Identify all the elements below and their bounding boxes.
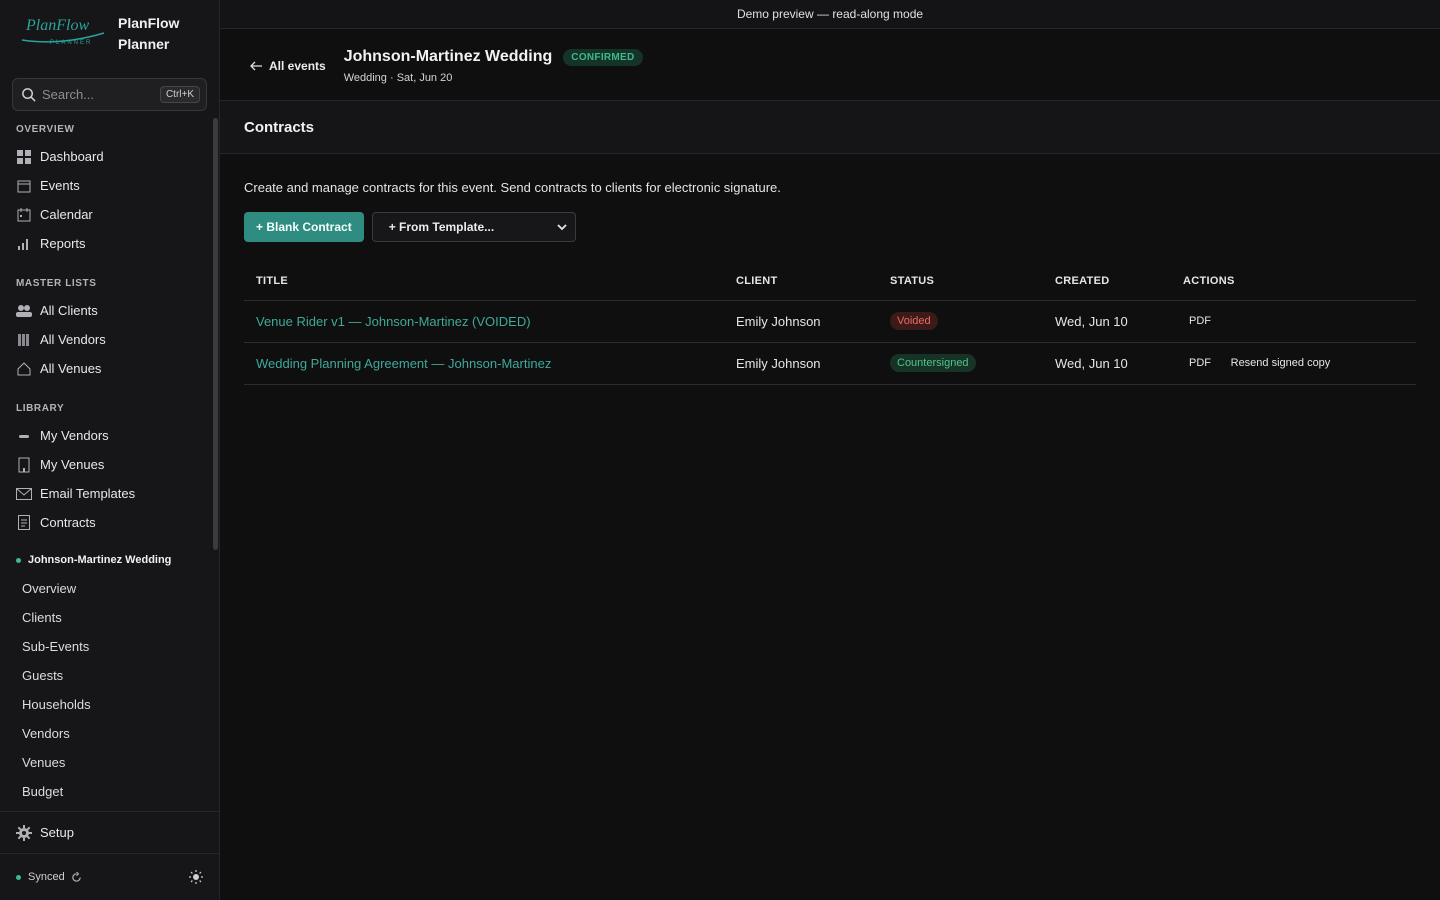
sidebar-scrollbar[interactable]	[213, 118, 218, 550]
sidebar-event-guests[interactable]: Guests	[0, 661, 212, 690]
contract-title-link[interactable]: Venue Rider v1 — Johnson-Martinez (VOIDE…	[244, 300, 724, 343]
sidebar-item-events[interactable]: Events	[0, 171, 212, 200]
col-created[interactable]: CREATED	[1043, 263, 1171, 301]
col-actions: ACTIONS	[1171, 263, 1416, 301]
contract-client: Emily Johnson	[724, 342, 878, 385]
venues-icon	[16, 361, 32, 377]
event-status-dot	[16, 557, 21, 563]
table-row: Venue Rider v1 — Johnson-Martinez (VOIDE…	[244, 300, 1416, 343]
table-header-row: TITLE CLIENT STATUS CREATED ACTIONS	[244, 263, 1416, 301]
sync-status-dot	[16, 874, 21, 880]
sidebar: PlanFlow PLANNER PlanFlow Planner Search…	[0, 0, 220, 900]
col-status[interactable]: STATUS	[878, 263, 1043, 301]
contract-created: Wed, Jun 10	[1043, 300, 1171, 343]
blank-contract-button[interactable]: + Blank Contract	[244, 212, 364, 242]
sidebar-event-households[interactable]: Households	[0, 690, 212, 719]
sidebar-item-contracts[interactable]: Contracts	[0, 508, 212, 537]
my-vendors-icon	[16, 428, 32, 444]
pdf-button[interactable]: PDF	[1183, 312, 1217, 330]
sidebar-nav: OVERVIEW Dashboard Events Calendar Repor…	[0, 118, 212, 811]
search-icon	[21, 87, 36, 102]
event-header: All events Johnson-Martinez Wedding CONF…	[220, 29, 1440, 101]
section-library: LIBRARY	[16, 403, 65, 414]
event-title: Johnson-Martinez Wedding	[343, 48, 553, 65]
sidebar-event-clients[interactable]: Clients	[0, 603, 212, 632]
sidebar-item-email-templates[interactable]: Email Templates	[0, 479, 212, 508]
event-subtitle: Wedding · Sat, Jun 20	[343, 72, 453, 84]
page-title-bar: Contracts	[220, 101, 1440, 154]
gear-icon	[16, 824, 32, 841]
contract-title-link[interactable]: Wedding Planning Agreement — Johnson-Mar…	[244, 342, 724, 385]
refresh-icon[interactable]	[71, 871, 82, 883]
contract-status: Countersigned	[878, 342, 1043, 385]
resend-signed-copy-button[interactable]: Resend signed copy	[1225, 354, 1337, 372]
contract-actions-cell: PDF	[1171, 300, 1416, 343]
brand-name: PlanFlow Planner	[118, 15, 180, 52]
sidebar-item-dashboard[interactable]: Dashboard	[0, 142, 212, 171]
calendar-icon	[16, 207, 32, 223]
sidebar-item-all-vendors[interactable]: All Vendors	[0, 325, 212, 354]
demo-banner: Demo preview — read-along mode	[220, 0, 1440, 29]
sync-status: Synced	[28, 871, 65, 883]
contract-actions-cell: PDF Resend signed copy	[1171, 342, 1416, 385]
dashboard-icon	[16, 149, 32, 165]
sidebar-event-budget[interactable]: Budget	[0, 777, 212, 806]
setup-button[interactable]: Setup	[0, 811, 219, 854]
contract-created: Wed, Jun 10	[1043, 342, 1171, 385]
my-venues-icon	[16, 457, 32, 473]
sidebar-item-all-venues[interactable]: All Venues	[0, 354, 212, 383]
contracts-icon	[16, 515, 32, 531]
sidebar-item-reports[interactable]: Reports	[0, 229, 212, 258]
sidebar-item-my-vendors[interactable]: My Vendors	[0, 421, 212, 450]
section-master-lists: MASTER LISTS	[16, 278, 97, 289]
contract-actions: + Blank Contract + From Template...	[244, 212, 1416, 242]
sidebar-item-my-venues[interactable]: My Venues	[0, 450, 212, 479]
events-icon	[16, 178, 32, 194]
contract-client: Emily Johnson	[724, 300, 878, 343]
from-template-select[interactable]: + From Template...	[371, 212, 576, 242]
reports-icon	[16, 236, 32, 252]
sidebar-event-sub-events[interactable]: Sub-Events	[0, 632, 212, 661]
search-input[interactable]: Search... Ctrl+K	[12, 78, 207, 111]
back-to-events-link[interactable]: All events	[250, 59, 326, 73]
sidebar-item-all-clients[interactable]: All Clients	[0, 296, 212, 325]
sidebar-event-venues[interactable]: Venues	[0, 748, 212, 777]
status-badge: CONFIRMED	[563, 48, 643, 66]
pdf-button[interactable]: PDF	[1183, 354, 1217, 372]
col-client[interactable]: CLIENT	[724, 263, 878, 301]
planflow-logo: PlanFlow PLANNER	[20, 16, 106, 52]
status-badge-voided: Voided	[890, 312, 938, 330]
email-icon	[16, 486, 32, 502]
page-title: Contracts	[244, 118, 315, 136]
contracts-content: Create and manage contracts for this eve…	[220, 154, 1440, 385]
section-overview: OVERVIEW	[16, 124, 75, 135]
contract-status: Voided	[878, 300, 1043, 343]
sidebar-event-overview[interactable]: Overview	[0, 574, 212, 603]
search-placeholder: Search...	[42, 87, 95, 102]
main-content: Demo preview — read-along mode All event…	[220, 0, 1440, 900]
sidebar-item-calendar[interactable]: Calendar	[0, 200, 212, 229]
shortcut-hint: Ctrl+K	[159, 86, 200, 103]
chevron-down-icon	[557, 223, 567, 231]
theme-toggle-sun-icon[interactable]	[189, 870, 203, 884]
sidebar-event-vendors[interactable]: Vendors	[0, 719, 212, 748]
sync-footer: Synced	[0, 860, 219, 894]
brand[interactable]: PlanFlow PLANNER PlanFlow Planner	[0, 0, 219, 68]
vendors-icon	[16, 332, 32, 348]
arrow-left-icon	[250, 61, 263, 71]
clients-icon	[16, 303, 32, 319]
sidebar-event-johnson-martinez[interactable]: Johnson-Martinez Wedding	[0, 546, 212, 574]
col-title[interactable]: TITLE	[244, 263, 724, 301]
page-description: Create and manage contracts for this eve…	[244, 180, 781, 195]
table-row: Wedding Planning Agreement — Johnson-Mar…	[244, 342, 1416, 385]
contracts-table: TITLE CLIENT STATUS CREATED ACTIONS Venu…	[244, 263, 1416, 385]
event-title-block: Johnson-Martinez Wedding CONFIRMED Weddi…	[344, 48, 643, 84]
status-badge-countersigned: Countersigned	[890, 354, 976, 372]
